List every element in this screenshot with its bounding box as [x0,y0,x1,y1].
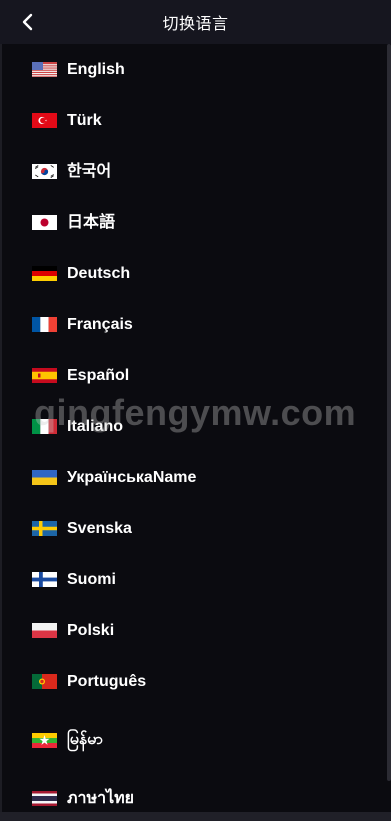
language-item-francais[interactable]: Français [0,299,391,350]
language-item-korean[interactable]: 한국어 [0,146,391,197]
top-bar: 切换语言 [0,0,391,44]
language-item-svenska[interactable]: Svenska [0,503,391,554]
thailand-flag-icon [32,791,57,806]
language-label: Português [67,672,147,690]
language-label: Suomi [67,570,116,588]
language-label: УкраїнськаName [67,468,197,486]
language-item-espanol[interactable]: Español [0,350,391,401]
myanmar-flag-icon [32,732,57,748]
page-title: 切换语言 [162,16,229,33]
language-item-turk[interactable]: Türk [0,95,391,146]
france-flag-icon [32,317,57,332]
back-button[interactable] [14,8,42,36]
japan-flag-icon [32,215,57,230]
language-label: English [67,60,125,78]
language-label: Español [67,366,130,384]
language-item-japanese[interactable]: 日本語 [0,197,391,248]
language-label: Français [67,315,133,333]
language-item-ukrainian[interactable]: УкраїнськаName [0,452,391,503]
language-label: Türk [67,111,102,129]
language-label: Italiano [67,417,124,435]
language-label: Polski [67,621,115,639]
language-item-portugues[interactable]: Português [0,656,391,707]
poland-flag-icon [32,623,57,638]
sweden-flag-icon [32,521,57,536]
language-label: 日本語 [67,213,116,231]
language-item-italiano[interactable]: Italiano [0,401,391,452]
italy-flag-icon [32,419,57,434]
language-label: Deutsch [67,264,131,282]
language-label: 한국어 [67,162,112,180]
finland-flag-icon [32,572,57,587]
language-label: ภาษาไทย [67,789,135,807]
spain-flag-icon [32,368,57,383]
language-list: English Türk 한국어 日本語 Deutsch Français Es… [0,44,391,821]
turkey-flag-icon [32,113,57,128]
bottom-bar [0,812,391,821]
language-label: မြန်မာ [67,731,103,748]
germany-flag-icon [32,266,57,281]
language-item-myanmar[interactable]: မြန်မာ [0,707,391,773]
language-label: Svenska [67,519,132,537]
portugal-flag-icon [32,674,57,689]
ukraine-flag-icon [32,470,57,485]
language-item-suomi[interactable]: Suomi [0,554,391,605]
language-item-polski[interactable]: Polski [0,605,391,656]
language-item-english[interactable]: English [0,44,391,95]
us-flag-icon [32,62,57,77]
scrollbar[interactable] [387,44,391,781]
language-item-deutsch[interactable]: Deutsch [0,248,391,299]
chevron-left-icon [22,13,33,31]
korea-flag-icon [32,164,57,179]
